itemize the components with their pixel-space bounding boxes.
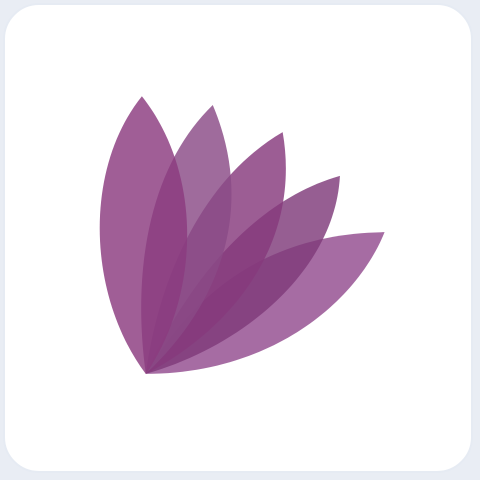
lotus-petals bbox=[99, 96, 385, 374]
app-icon-tile[interactable] bbox=[3, 3, 473, 473]
lotus-flower-logo-icon bbox=[99, 96, 385, 374]
